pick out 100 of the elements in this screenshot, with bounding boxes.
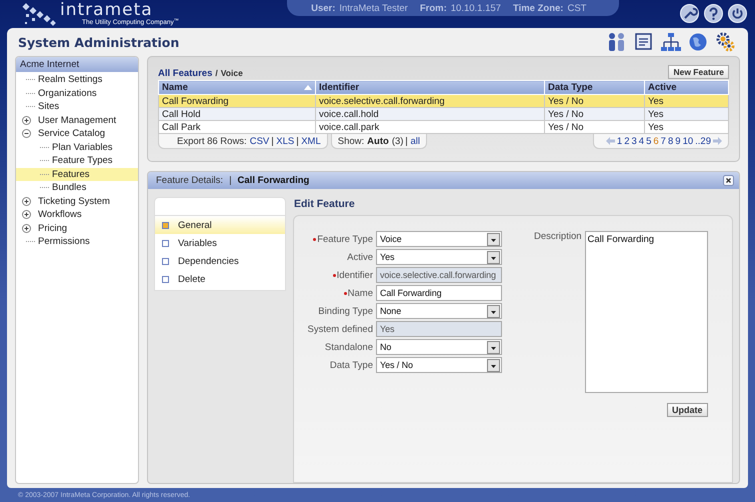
field-label: Name: [348, 288, 373, 298]
tree-item[interactable]: Organizations: [38, 88, 97, 99]
section-title: Edit Feature: [293, 197, 356, 212]
logo-name: intrameta: [60, 2, 153, 19]
dropdown[interactable]: Yes: [376, 249, 502, 265]
required-mark: [332, 274, 336, 276]
show-label: Show:: [338, 136, 364, 146]
table-cell: voice.call.hold: [316, 108, 544, 120]
logo-icon: [22, 2, 58, 28]
page-link[interactable]: 4: [638, 136, 644, 146]
session-label: User:: [311, 2, 336, 14]
required-mark: [313, 238, 316, 240]
field-label: Active: [347, 252, 373, 262]
table-cell: Yes: [644, 120, 728, 134]
details-tab[interactable]: Variables: [155, 234, 285, 252]
page-link[interactable]: ..29: [695, 136, 711, 146]
table-cell: Yes: [644, 94, 728, 108]
tree-item[interactable]: Sites: [38, 101, 60, 112]
tree-item[interactable]: Plan Variables: [52, 142, 113, 153]
description-field[interactable]: Call Forwarding: [584, 231, 708, 393]
session-value: CST: [567, 2, 586, 14]
field-label: Identifier: [336, 270, 373, 280]
update-button[interactable]: Update: [667, 403, 708, 417]
page-link[interactable]: 10: [682, 136, 694, 146]
tree-item[interactable]: Ticketing System: [38, 196, 110, 207]
row-count: (3): [392, 136, 404, 146]
table-row[interactable]: Call Park voice.call.park Yes / No Yes: [158, 120, 728, 134]
dropdown[interactable]: No: [376, 339, 502, 355]
show-value: Auto: [367, 136, 389, 146]
table-row[interactable]: Call Forwarding voice.selective.call.forwarding Yes / No Yes: [158, 94, 728, 108]
globe-icon[interactable]: [687, 32, 709, 52]
tree-toggle-icon[interactable]: [22, 116, 31, 125]
page-link[interactable]: 5: [646, 136, 652, 146]
page-link[interactable]: 9: [675, 136, 681, 146]
document-icon[interactable]: [633, 32, 655, 52]
export-label: Export 86 Rows:: [177, 136, 247, 146]
field-label: Binding Type: [318, 306, 373, 316]
details-tab[interactable]: Delete: [155, 270, 285, 288]
page-link[interactable]: 7: [660, 136, 666, 146]
session-label: Time Zone:: [512, 2, 564, 14]
column-header[interactable]: Identifier: [316, 80, 544, 94]
column-header[interactable]: Data Type: [544, 80, 644, 94]
tree-toggle-icon[interactable]: [22, 210, 31, 220]
details-tab[interactable]: General: [155, 216, 285, 234]
page-link[interactable]: 8: [668, 136, 674, 146]
table-cell: Call Forwarding: [158, 94, 316, 108]
breadcrumb-link[interactable]: All Features: [158, 68, 212, 79]
dropdown[interactable]: Voice: [376, 231, 502, 247]
tree-item[interactable]: Permissions: [38, 236, 90, 248]
wrench-icon[interactable]: [680, 4, 699, 23]
table-cell: voice.call.park: [316, 120, 544, 134]
tree-item[interactable]: Realm Settings: [38, 74, 102, 86]
tree-item[interactable]: User Management: [38, 114, 116, 126]
session-label: From:: [420, 2, 447, 14]
export-link[interactable]: XLS: [276, 136, 294, 146]
required-mark: [344, 292, 347, 294]
help-icon[interactable]: [704, 4, 723, 23]
page-link[interactable]: 3: [631, 136, 637, 146]
field-label: Description: [534, 231, 582, 244]
sidebar-title: Acme Internet: [16, 57, 138, 72]
tree-toggle-icon[interactable]: [22, 196, 31, 206]
table-cell: Call Hold: [158, 108, 316, 120]
show-all-link[interactable]: all: [410, 136, 420, 146]
table-row[interactable]: Call Hold voice.call.hold Yes / No Yes: [158, 108, 728, 120]
power-icon[interactable]: [728, 4, 747, 23]
details-tab[interactable]: Dependencies: [155, 252, 285, 270]
dropdown[interactable]: None: [376, 303, 502, 319]
readonly-field: Yes: [376, 321, 502, 337]
table-cell: Call Park: [158, 120, 316, 134]
tree-toggle-icon[interactable]: [22, 129, 31, 138]
table-cell: Yes / No: [544, 108, 644, 120]
tree-item[interactable]: Feature Types: [52, 155, 113, 166]
new-feature-button[interactable]: New Feature: [668, 65, 729, 79]
field-label: Data Type: [330, 360, 373, 370]
column-header[interactable]: Name: [158, 80, 316, 94]
details-title: Call Forwarding: [238, 175, 310, 186]
page-link[interactable]: 1: [616, 136, 622, 146]
tree-item[interactable]: Bundles: [52, 182, 86, 194]
column-header[interactable]: Active: [644, 80, 728, 94]
table-cell: Yes / No: [544, 120, 644, 134]
readonly-field: voice.selective.call.forwarding: [376, 267, 502, 283]
input-field[interactable]: Call Forwarding: [376, 285, 502, 301]
tree-item[interactable]: Service Catalog: [38, 128, 106, 140]
tree-item[interactable]: Workflows: [38, 209, 82, 220]
close-icon[interactable]: [723, 175, 734, 186]
page-link[interactable]: 2: [624, 136, 630, 146]
tree-item[interactable]: Pricing: [38, 222, 68, 234]
gears-icon[interactable]: [714, 32, 736, 52]
dropdown[interactable]: Yes / No: [376, 357, 502, 373]
field-label: Feature Type: [317, 234, 373, 244]
tree-toggle-icon[interactable]: [22, 224, 31, 233]
export-link[interactable]: CSV: [250, 136, 270, 146]
breadcrumb-separator: /: [215, 68, 218, 78]
breadcrumb-current: Voice: [220, 68, 243, 78]
page-title: System Administration: [18, 34, 180, 50]
export-link[interactable]: XML: [301, 136, 321, 146]
network-icon[interactable]: [660, 32, 682, 52]
field-label: System defined: [308, 324, 373, 334]
table-cell: Yes / No: [544, 94, 644, 108]
field-label: Standalone: [324, 342, 373, 352]
